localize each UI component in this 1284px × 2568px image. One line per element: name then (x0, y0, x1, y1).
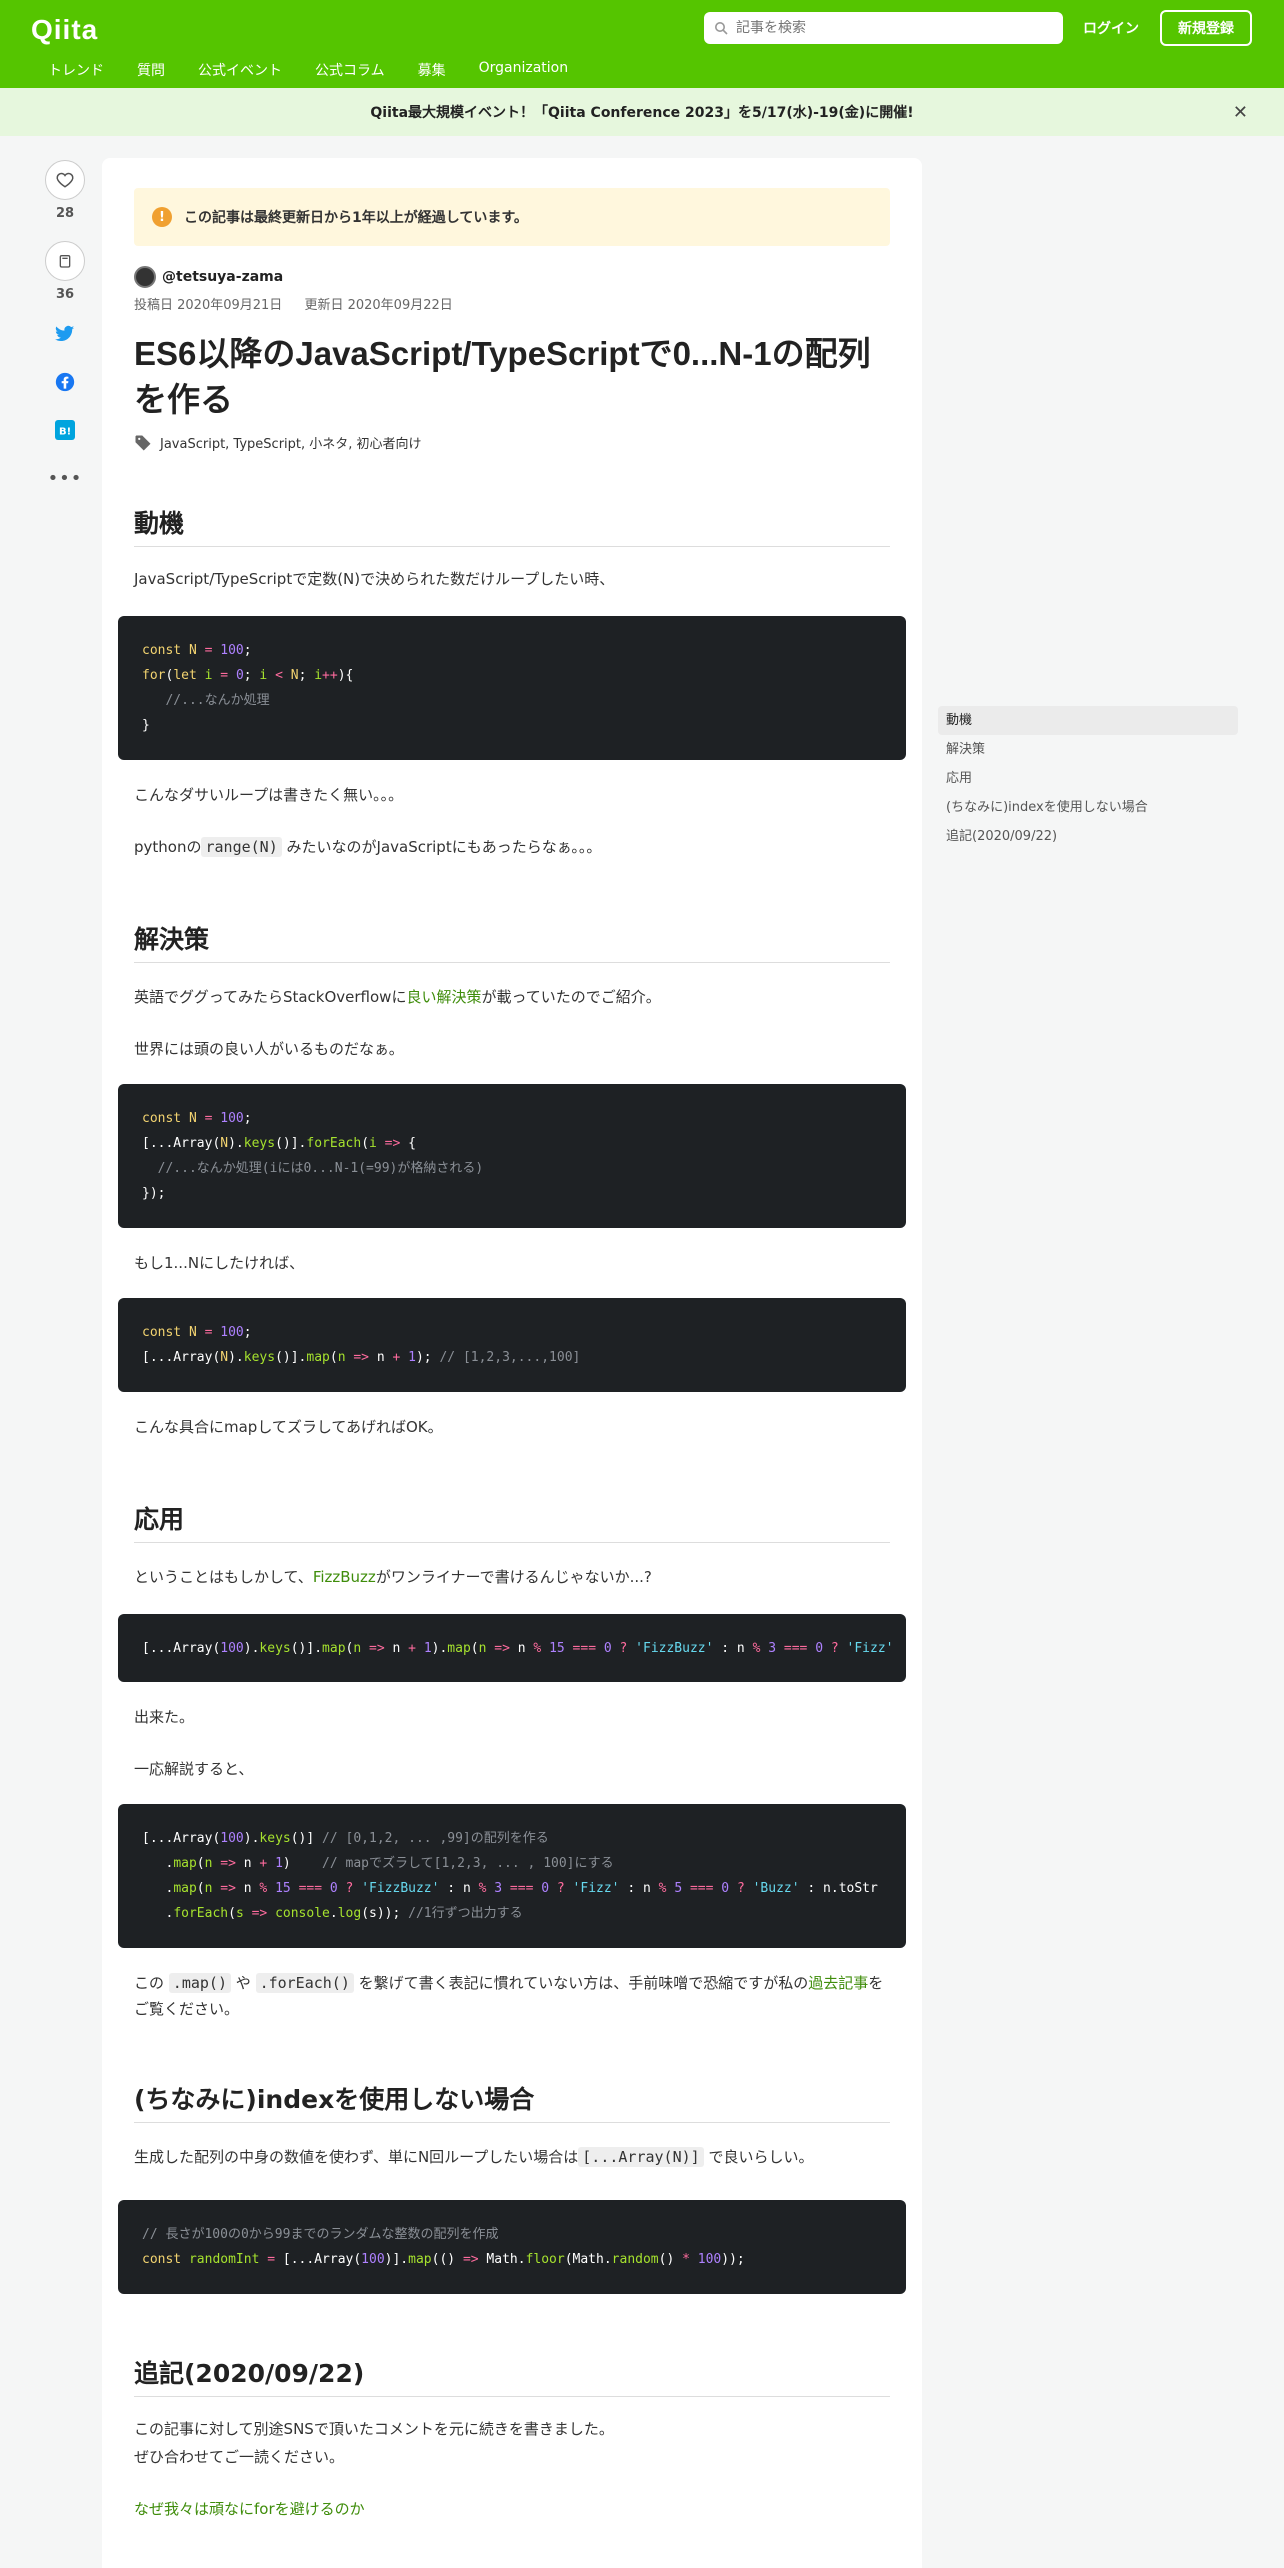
paragraph-postscript-1: この記事に対して別途SNSで頂いたコメントを元に続きを書きました。 (134, 2420, 614, 2438)
heading-motive: 動機 (134, 504, 890, 547)
facebook-share-button[interactable] (45, 370, 85, 394)
chain-text-b: を繋げて書く表記に慣れていない方は、手前味噌で恐縮ですが私の (358, 1974, 809, 1992)
twitter-share-button[interactable] (45, 322, 85, 346)
nav-organization[interactable]: Organization (479, 60, 569, 80)
author-name[interactable]: @tetsuya-zama (162, 269, 283, 285)
noindex-text-a: 生成した配列の中身の数値を使わず、単にN回ループしたい場合は (134, 2148, 579, 2166)
paragraph-chain: この .map() や .forEach() を繋げて書く表記に慣れていない方は… (134, 1970, 890, 2022)
updated-date: 更新日 2020年09月22日 (304, 298, 453, 313)
paragraph-postscript-2: ぜひ合わせてご一読ください。 (134, 2448, 345, 2466)
follow-up-article-link[interactable]: なぜ我々は頑なにforを避けるのか (134, 2500, 365, 2518)
svg-text:B!: B! (59, 427, 71, 438)
toc-item-postscript[interactable]: 追記(2020/09/22) (938, 822, 1238, 851)
paragraph-dasai: こんなダサいループは書きたく無い。。。 (134, 786, 404, 804)
tags-text[interactable]: JavaScript, TypeScript, 小ネタ, 初心者向け (160, 433, 422, 452)
article-dates: 投稿日 2020年09月21日 更新日 2020年09月22日 (134, 294, 890, 313)
paragraph-python: pythonの range(N) みたいなのがJavaScriptにもあったらなぁ… (134, 834, 890, 860)
article-actions: 28 36 B! ••• (45, 160, 85, 514)
nav-official-columns[interactable]: 公式コラム (315, 60, 385, 80)
toc-item-motive[interactable]: 動機 (938, 706, 1238, 735)
paragraph-done: 出来た。 (134, 1708, 195, 1726)
heart-icon (56, 172, 74, 188)
heading-postscript: 追記(2020/09/22) (134, 2354, 890, 2397)
code-block-random-int[interactable]: // 長さが100の0から99までのランダムな整数の配列を作成 const ra… (118, 2200, 906, 2294)
article-header: ! この記事は最終更新日から1年以上が経過しています。 @tetsuya-zam… (134, 188, 890, 452)
toc-item-solution[interactable]: 解決策 (938, 735, 1238, 764)
notice-text: この記事は最終更新日から1年以上が経過しています。 (184, 210, 528, 226)
outdated-notice: ! この記事は最終更新日から1年以上が経過しています。 (134, 188, 890, 246)
ellipsis-icon: ••• (47, 467, 83, 489)
stackoverflow-link[interactable]: 良い解決策 (406, 988, 481, 1006)
stock-icon (59, 254, 71, 268)
inline-code-foreach: .forEach() (255, 1973, 354, 1993)
article-card: ! この記事は最終更新日から1年以上が経過しています。 @tetsuya-zam… (102, 158, 922, 2568)
past-article-link[interactable]: 過去記事 (808, 1974, 868, 1992)
tag-list: JavaScript, TypeScript, 小ネタ, 初心者向け (134, 433, 890, 452)
paragraph-postscript-link: なぜ我々は頑なにforを避けるのか (134, 2496, 890, 2522)
heading-no-index: (ちなみに)indexを使用しない場合 (134, 2080, 890, 2123)
chain-text-a: この (134, 1974, 165, 1992)
paragraph-motive: JavaScript/TypeScriptで定数(N)で決められた数だけループし… (134, 570, 615, 588)
heading-apply: 応用 (134, 1500, 890, 1543)
hatena-bookmark-icon: B! (55, 420, 75, 440)
nav-official-events[interactable]: 公式イベント (198, 60, 282, 80)
paragraph-world: 世界には頭の良い人がいるものだなぁ。 (134, 1040, 404, 1058)
global-nav: トレンド 質問 公式イベント 公式コラム 募集 Organization (48, 60, 601, 80)
paragraph-explain: 一応解説すると、 (134, 1760, 254, 1778)
so-text-a: 英語でググってみたらStackOverflowに (134, 988, 407, 1006)
stock-button[interactable] (45, 241, 85, 281)
paragraph-no-index: 生成した配列の中身の数値を使わず、単にN回ループしたい場合は [...Array(… (134, 2144, 890, 2170)
hatena-share-button[interactable]: B! (45, 418, 85, 442)
paragraph-one-to-n: もし1...Nにしたければ、 (134, 1254, 305, 1272)
fizz-text-b: がワンライナーで書けるんじゃないか...? (375, 1568, 652, 1586)
qiita-logo[interactable]: Qiita (31, 14, 98, 46)
paragraph-map-ok: こんな具合にmapしてズラしてあげればOK。 (134, 1418, 443, 1436)
paragraph-fizzbuzz: ということはもしかして、FizzBuzzがワンライナーで書けるんじゃないか...… (134, 1564, 890, 1590)
so-text-b: が載っていたのでご紹介。 (481, 988, 661, 1006)
code-block-array-keys[interactable]: const N = 100; [...Array(N).keys()].forE… (118, 1084, 906, 1228)
inline-code-array-n: [...Array(N)] (578, 2147, 704, 2167)
inline-code-map: .map() (168, 1973, 231, 1993)
noindex-text-b: で良いらしい。 (708, 2148, 814, 2166)
fizzbuzz-link[interactable]: FizzBuzz (313, 1568, 376, 1586)
code-block-map-shift[interactable]: const N = 100; [...Array(N).keys()].map(… (118, 1298, 906, 1392)
heading-solution: 解決策 (134, 920, 890, 963)
info-icon: ! (152, 207, 172, 227)
fizz-text-a: ということはもしかして、 (134, 1568, 313, 1586)
nav-recruit[interactable]: 募集 (418, 60, 446, 80)
avatar[interactable] (134, 266, 156, 288)
facebook-icon (55, 372, 75, 392)
nav-questions[interactable]: 質問 (137, 60, 165, 80)
table-of-contents: 動機 解決策 応用 (ちなみに)indexを使用しない場合 追記(2020/09… (938, 706, 1238, 851)
article-title: ES6以降のJavaScript/TypeScriptで0...N-1の配列を作… (134, 335, 871, 418)
signup-button[interactable]: 新規登録 (1160, 10, 1252, 46)
toc-item-no-index[interactable]: (ちなみに)indexを使用しない場合 (938, 793, 1238, 822)
author-info[interactable]: @tetsuya-zama (134, 266, 890, 288)
posted-date: 投稿日 2020年09月21日 (134, 298, 283, 313)
inline-code-range: range(N) (201, 837, 282, 857)
code-block-fizzbuzz-oneliner[interactable]: [...Array(100).keys()].map(n => n + 1).m… (118, 1614, 906, 1682)
nav-trend[interactable]: トレンド (48, 60, 104, 80)
header: Qiita ログイン 新規登録 トレンド 質問 公式イベント 公式コラム 募集 … (0, 0, 1284, 88)
python-text-a: pythonの (134, 838, 202, 856)
close-icon[interactable]: ✕ (1233, 102, 1248, 123)
code-block-fizzbuzz-explained[interactable]: [...Array(100).keys()] // [0,1,2, ... ,9… (118, 1804, 906, 1948)
python-text-b: みたいなのがJavaScriptにもあったらなぁ。。。 (286, 838, 602, 856)
tag-icon (135, 435, 151, 450)
like-button[interactable] (45, 160, 85, 200)
chain-text-m: や (235, 1974, 251, 1992)
login-link[interactable]: ログイン (1083, 18, 1139, 38)
paragraph-stackoverflow: 英語でググってみたらStackOverflowに良い解決策が載っていたのでご紹介… (134, 984, 890, 1010)
banner-text[interactable]: Qiita最大規模イベント！「Qiita Conference 2023」を5/… (370, 102, 913, 122)
search-box[interactable] (704, 12, 1063, 44)
more-options-button[interactable]: ••• (45, 466, 85, 490)
event-banner[interactable]: Qiita最大規模イベント！「Qiita Conference 2023」を5/… (0, 88, 1284, 136)
stock-count: 36 (55, 287, 75, 302)
search-input[interactable] (736, 20, 1056, 36)
code-block-for-loop[interactable]: const N = 100; for(let i = 0; i < N; i++… (118, 616, 906, 760)
like-count: 28 (55, 206, 75, 221)
toc-item-apply[interactable]: 応用 (938, 764, 1238, 793)
search-icon (715, 22, 728, 35)
twitter-icon (55, 325, 75, 342)
